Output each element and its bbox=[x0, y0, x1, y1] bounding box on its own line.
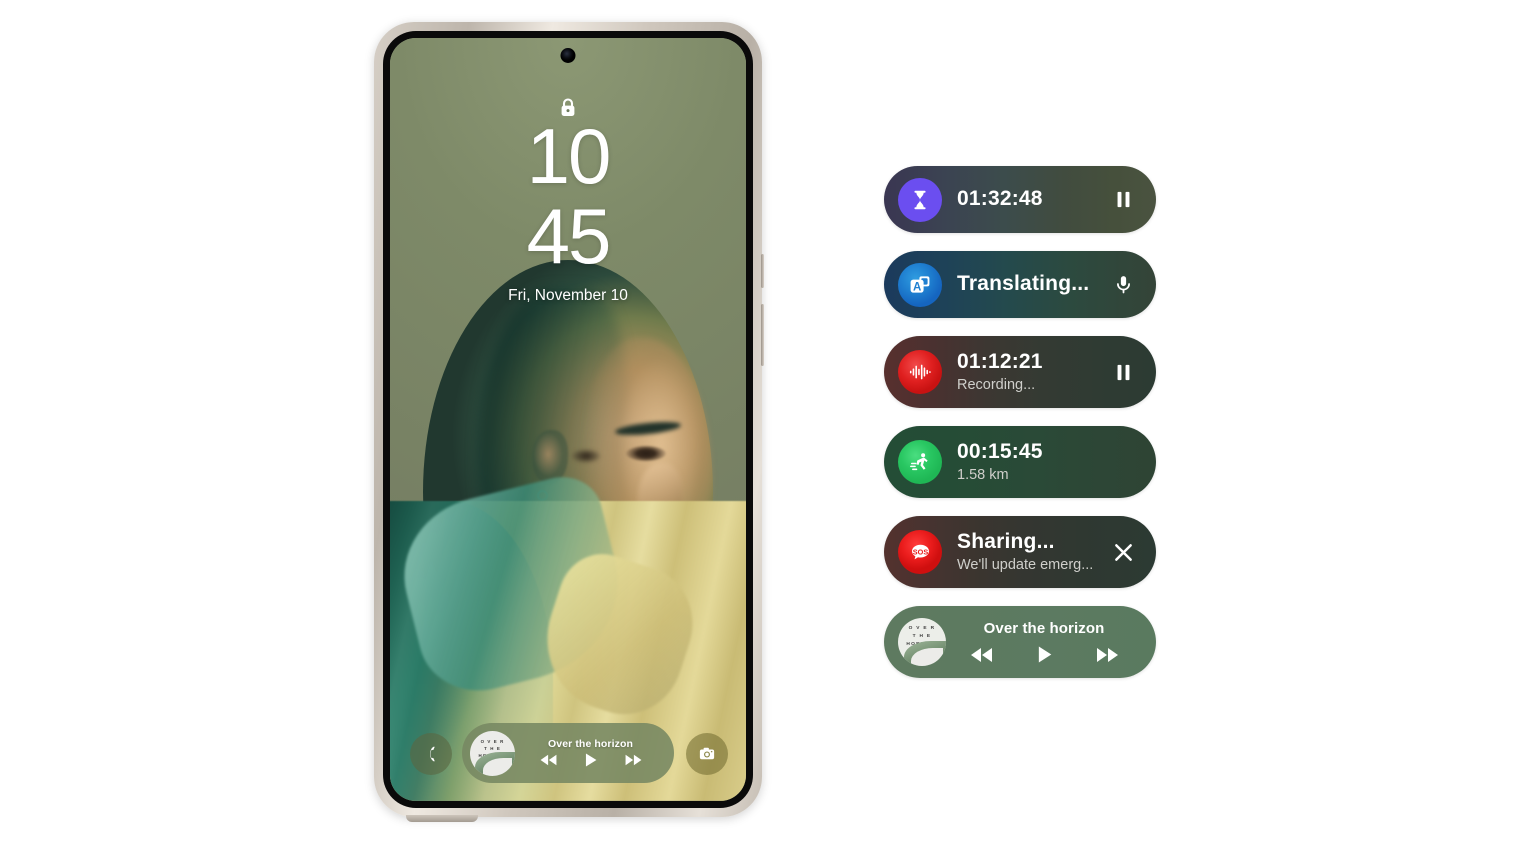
phone-screen[interactable]: 10 45 Fri, November 10 O V E R T H E Ove… bbox=[390, 38, 746, 801]
lockscreen-clock: 10 45 Fri, November 10 bbox=[390, 112, 746, 305]
waveform-icon bbox=[898, 350, 942, 394]
play-button[interactable] bbox=[584, 752, 598, 768]
music-track-title: Over the horizon bbox=[983, 620, 1105, 637]
clock-minutes: 45 bbox=[526, 191, 612, 280]
live-activity-sos[interactable]: SOS Sharing... We'll update emerg... bbox=[884, 516, 1156, 588]
translate-status: Translating... bbox=[957, 272, 1090, 296]
svg-text:A: A bbox=[913, 281, 921, 293]
pause-button[interactable] bbox=[1108, 357, 1138, 387]
hourglass-icon bbox=[898, 177, 942, 222]
call-shortcut-button[interactable] bbox=[410, 733, 452, 775]
screenshot-canvas: 10 45 Fri, November 10 O V E R T H E Ove… bbox=[0, 0, 1540, 860]
clock-date: Fri, November 10 bbox=[508, 287, 628, 305]
next-button[interactable] bbox=[1095, 646, 1120, 664]
workout-distance: 1.58 km bbox=[957, 466, 1009, 483]
workout-elapsed: 00:15:45 bbox=[957, 440, 1043, 464]
sos-detail: We'll update emerg... bbox=[957, 556, 1094, 573]
live-activity-workout[interactable]: 00:15:45 1.58 km bbox=[884, 426, 1156, 498]
svg-text:SOS: SOS bbox=[912, 547, 928, 556]
sos-icon: SOS bbox=[898, 530, 942, 574]
media-track-title: Over the horizon bbox=[547, 738, 634, 750]
camera-shortcut-button[interactable] bbox=[686, 733, 728, 775]
lockscreen-media-widget[interactable]: O V E R T H E HORIZON Over the horizon bbox=[462, 723, 674, 783]
live-activity-music[interactable]: O V E R T H E HORIZON Over the horizon bbox=[884, 606, 1156, 678]
play-button[interactable] bbox=[1036, 645, 1053, 664]
translate-icon: A bbox=[898, 262, 942, 307]
album-art: O V E R T H E HORIZON bbox=[898, 618, 946, 666]
next-button[interactable] bbox=[624, 753, 643, 767]
live-activity-recorder[interactable]: 01:12:21 Recording... bbox=[884, 336, 1156, 408]
camera-icon bbox=[699, 747, 715, 760]
phone-icon bbox=[430, 746, 435, 762]
timer-elapsed: 01:32:48 bbox=[957, 187, 1043, 211]
running-icon bbox=[898, 440, 942, 484]
sos-status: Sharing... bbox=[957, 530, 1055, 554]
album-art: O V E R T H E HORIZON bbox=[470, 730, 515, 776]
power-button[interactable] bbox=[761, 254, 764, 288]
live-activity-list: 01:32:48 A Translating... 01:12:21 Recor… bbox=[884, 166, 1156, 696]
previous-button[interactable] bbox=[969, 646, 994, 664]
front-camera-icon bbox=[560, 48, 576, 63]
phone-stand bbox=[406, 815, 478, 822]
microphone-button[interactable] bbox=[1108, 270, 1138, 300]
recorder-status: Recording... bbox=[957, 376, 1036, 393]
clock-hours: 10 bbox=[526, 112, 612, 200]
pause-button[interactable] bbox=[1108, 185, 1138, 215]
volume-button[interactable] bbox=[761, 304, 764, 366]
close-button[interactable] bbox=[1108, 537, 1138, 567]
recorder-elapsed: 01:12:21 bbox=[957, 350, 1043, 374]
previous-button[interactable] bbox=[539, 753, 558, 767]
live-activity-translate[interactable]: A Translating... bbox=[884, 251, 1156, 318]
phone-device: 10 45 Fri, November 10 O V E R T H E Ove… bbox=[374, 22, 764, 822]
live-activity-timer[interactable]: 01:32:48 bbox=[884, 166, 1156, 233]
